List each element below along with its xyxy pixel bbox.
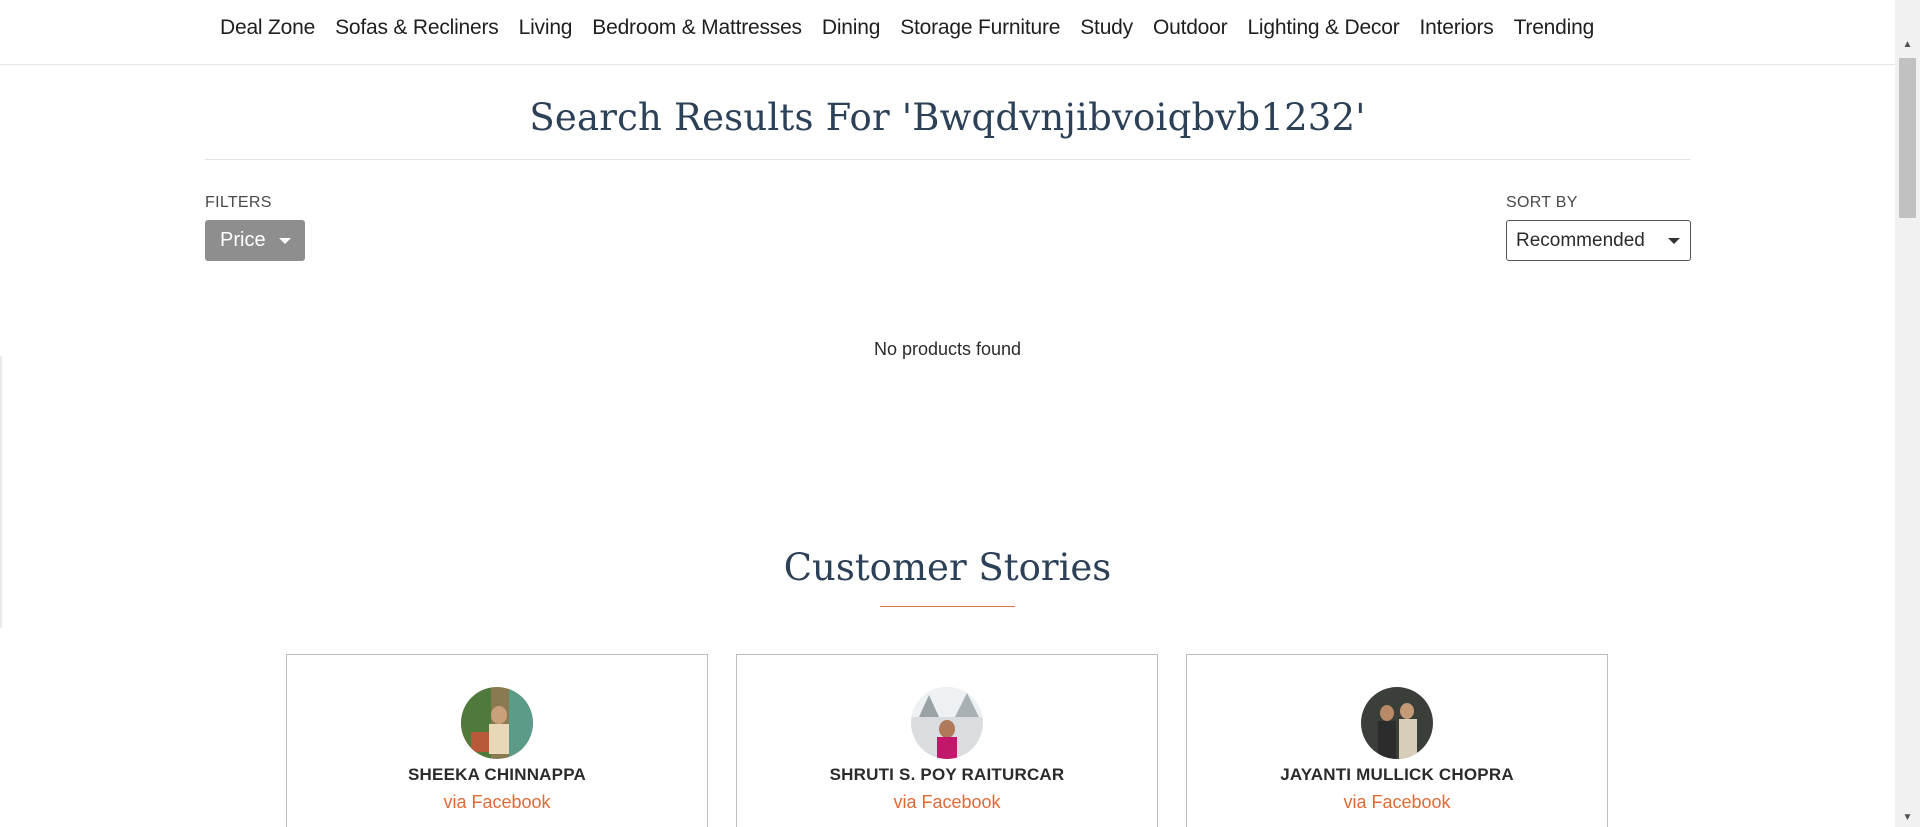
story-source-link[interactable]: via Facebook [737, 792, 1157, 813]
story-card[interactable]: SHRUTI S. POY RAITURCAR via Facebook [736, 654, 1158, 827]
avatar [461, 687, 533, 759]
page: Deal Zone Sofas & Recliners Living Bedro… [0, 0, 1920, 827]
price-filter-button[interactable]: Price [205, 220, 305, 261]
nav-item-trending[interactable]: Trending [1514, 16, 1595, 40]
search-results-title: Search Results For 'Bwqdvnjibvoiqbvb1232… [529, 96, 1366, 139]
nav-item-interiors[interactable]: Interiors [1420, 16, 1494, 40]
side-panel-edge [0, 356, 2, 628]
scroll-up-arrow-icon[interactable]: ▲ [1895, 36, 1920, 54]
nav-item-study[interactable]: Study [1080, 16, 1133, 40]
sort-by-label: SORT BY [1506, 194, 1578, 211]
scrollbar-thumb[interactable] [1899, 58, 1916, 218]
customer-name: SHRUTI S. POY RAITURCAR [829, 765, 1065, 784]
top-navigation: Deal Zone Sofas & Recliners Living Bedro… [0, 0, 1895, 65]
title-divider [205, 159, 1690, 160]
scroll-down-arrow-icon[interactable]: ▼ [1895, 809, 1920, 827]
nav-item-outdoor[interactable]: Outdoor [1153, 16, 1228, 40]
filters-label: FILTERS [205, 194, 272, 211]
caret-down-icon [1668, 238, 1680, 244]
sort-by-select[interactable]: Recommended [1506, 220, 1691, 261]
customer-name: SHEEKA CHINNAPPA [408, 765, 586, 784]
stories-title-underline [880, 606, 1015, 607]
nav-item-sofas-recliners[interactable]: Sofas & Recliners [335, 16, 499, 40]
nav-item-living[interactable]: Living [519, 16, 573, 40]
avatar [1361, 687, 1433, 759]
nav-item-bedroom-mattresses[interactable]: Bedroom & Mattresses [592, 16, 802, 40]
no-products-message: No products found [873, 339, 1022, 359]
customer-name: JAYANTI MULLICK CHOPRA [1280, 765, 1514, 784]
story-card[interactable]: JAYANTI MULLICK CHOPRA via Facebook [1186, 654, 1608, 827]
customer-stories-title: Customer Stories [783, 546, 1112, 589]
story-source-link[interactable]: via Facebook [1187, 792, 1607, 813]
nav-menu: Deal Zone Sofas & Recliners Living Bedro… [220, 16, 1614, 40]
nav-item-dining[interactable]: Dining [822, 16, 881, 40]
nav-item-lighting-decor[interactable]: Lighting & Decor [1247, 16, 1399, 40]
story-source-link[interactable]: via Facebook [287, 792, 707, 813]
avatar [911, 687, 983, 759]
price-filter-label: Price [220, 229, 266, 251]
nav-item-storage-furniture[interactable]: Storage Furniture [900, 16, 1060, 40]
vertical-scrollbar[interactable]: ▲ ▼ [1895, 0, 1920, 827]
caret-down-icon [279, 238, 291, 244]
nav-item-deal-zone[interactable]: Deal Zone [220, 16, 315, 40]
story-card[interactable]: SHEEKA CHINNAPPA via Facebook [286, 654, 708, 827]
sort-selected-value: Recommended [1516, 230, 1645, 251]
